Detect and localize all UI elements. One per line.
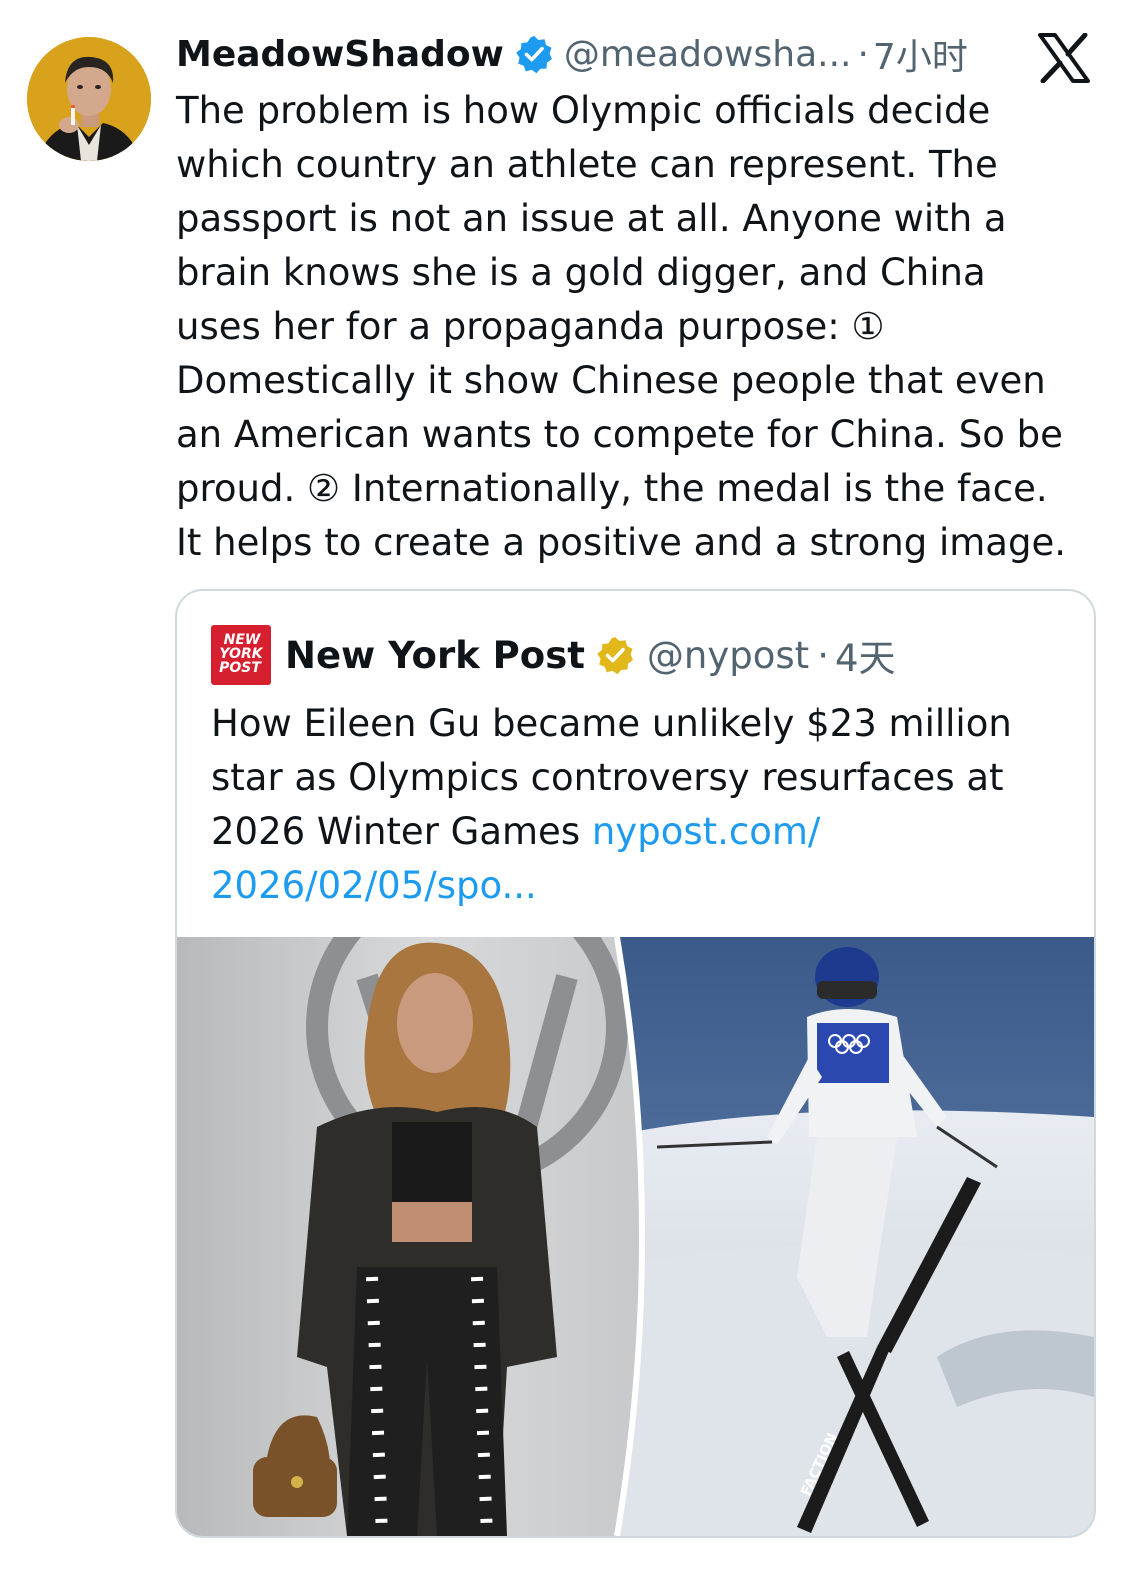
tweet-timestamp[interactable]: 7小时 [873, 28, 968, 80]
author-avatar[interactable] [27, 37, 151, 161]
tweet-line: Domestically it show Chinese people that… [176, 359, 1046, 402]
quoted-line-text: 2026 Winter Games [211, 810, 592, 853]
tweet-line: proud. ② Internationally, the medal is t… [176, 467, 1048, 510]
fashion-photo-icon [177, 937, 642, 1536]
article-link-continued[interactable]: 2026/02/05/spo... [211, 859, 1071, 913]
gold-verified-badge-icon [597, 637, 633, 675]
quoted-tweet-header: NEW YORK POST New York Post @nypost · 4天 [211, 624, 896, 686]
quoted-separator: · [817, 633, 829, 677]
tweet-card[interactable]: MeadowShadow @meadowsha... · 7小时 The pro… [0, 0, 1125, 1573]
tweet-line: The problem is how Olympic officials dec… [176, 89, 991, 132]
tweet-line: uses her for a propaganda purpose: ① [176, 305, 885, 348]
tweet-line: It helps to create a positive and a stro… [176, 521, 1066, 564]
freestyle-ski-photo-icon: FACTION [607, 937, 1094, 1536]
tweet-body: The problem is how Olympic officials dec… [176, 84, 1106, 570]
header-separator: · [857, 33, 869, 75]
portrait-avatar-icon [27, 37, 151, 161]
blue-verified-badge-icon [516, 36, 552, 74]
tweet-line: which country an athlete can represent. … [176, 143, 998, 186]
quoted-tweet[interactable]: NEW YORK POST New York Post @nypost · 4天… [175, 589, 1096, 1538]
tweet-header: MeadowShadow @meadowsha... · 7小时 [176, 28, 968, 80]
tweet-line: brain knows she is a gold digger, and Ch… [176, 251, 986, 294]
quoted-media[interactable]: FACTION [177, 937, 1094, 1536]
x-logo-icon[interactable] [1038, 32, 1090, 84]
quoted-line: How Eileen Gu became unlikely $23 millio… [211, 702, 1012, 745]
new-york-post-logo-icon[interactable]: NEW YORK POST [211, 625, 271, 685]
quoted-line: 2026 Winter Games nypost.com/ [211, 805, 1071, 859]
tweet-line: an American wants to compete for China. … [176, 413, 1063, 456]
quoted-timestamp[interactable]: 4天 [835, 628, 896, 682]
quoted-line: star as Olympics controversy resurfaces … [211, 756, 1004, 799]
nyp-logo-text: POST [219, 660, 262, 676]
quoted-handle[interactable]: @nypost [647, 634, 809, 677]
quoted-tweet-body: How Eileen Gu became unlikely $23 millio… [211, 697, 1071, 913]
author-display-name[interactable]: MeadowShadow [176, 34, 504, 75]
quoted-display-name[interactable]: New York Post [285, 634, 585, 677]
author-handle[interactable]: @meadowsha... [564, 34, 852, 75]
article-link[interactable]: nypost.com/ [592, 810, 821, 853]
tweet-line: passport is not an issue at all. Anyone … [176, 197, 1007, 240]
